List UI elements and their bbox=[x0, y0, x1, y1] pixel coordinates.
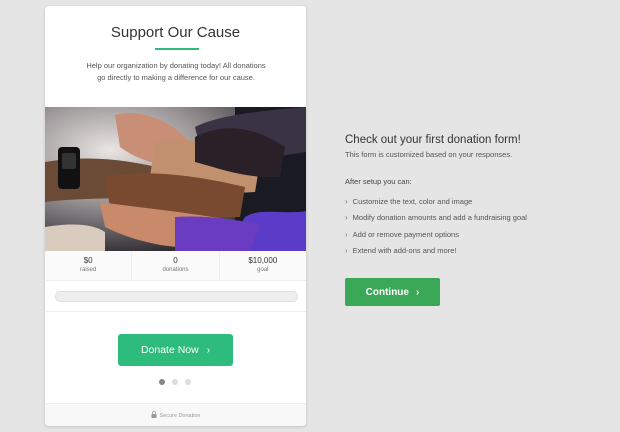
panel-title: Check out your first donation form! bbox=[345, 134, 521, 146]
stat-label: raised bbox=[79, 267, 97, 273]
goal-progress-bar bbox=[55, 291, 298, 302]
continue-button[interactable]: Continue › bbox=[345, 278, 440, 306]
hero-image bbox=[45, 107, 306, 251]
feature-item: › Modify donation amounts and add a fund… bbox=[345, 210, 605, 227]
after-setup-label: After setup you can: bbox=[345, 177, 412, 186]
feature-item: › Extend with add-ons and more! bbox=[345, 243, 605, 260]
pager-dot[interactable] bbox=[159, 379, 165, 385]
chevron-right-icon: › bbox=[415, 286, 420, 298]
donation-stats: $0 raised 0 donations $10,000 goal bbox=[45, 251, 306, 281]
stat-value: $0 bbox=[83, 256, 93, 265]
chevron-right-icon: › bbox=[345, 213, 348, 223]
stacked-hands-illustration bbox=[45, 107, 306, 251]
stat-raised: $0 raised bbox=[45, 251, 133, 280]
feature-item: › Customize the text, color and image bbox=[345, 193, 605, 210]
feature-text: Extend with add-ons and more! bbox=[352, 246, 457, 256]
lock-icon bbox=[151, 411, 157, 420]
stat-label: goal bbox=[257, 267, 269, 273]
chevron-right-icon: › bbox=[345, 196, 348, 206]
donate-now-button[interactable]: Donate Now › bbox=[118, 334, 233, 366]
donation-form-card: Support Our Cause Help our organization … bbox=[45, 6, 306, 426]
chevron-right-icon: › bbox=[206, 344, 211, 356]
chevron-right-icon: › bbox=[345, 229, 348, 239]
stat-donations: 0 donations bbox=[132, 251, 220, 280]
continue-label: Continue bbox=[365, 286, 409, 298]
pager-dot[interactable] bbox=[185, 379, 191, 385]
feature-text: Modify donation amounts and add a fundra… bbox=[352, 213, 527, 223]
info-panel: Check out your first donation form! This… bbox=[345, 132, 605, 259]
chevron-right-icon: › bbox=[345, 246, 348, 256]
title-underline bbox=[155, 48, 199, 50]
feature-list: › Customize the text, color and image › … bbox=[345, 193, 605, 259]
form-title: Support Our Cause bbox=[110, 24, 241, 41]
feature-text: Add or remove payment options bbox=[352, 229, 459, 239]
stat-label: donations bbox=[162, 267, 189, 273]
panel-subtitle: This form is customized based on your re… bbox=[345, 150, 513, 159]
stat-value: 0 bbox=[173, 256, 178, 265]
divider bbox=[45, 311, 306, 312]
form-description: Help our organization by donating today!… bbox=[86, 61, 266, 82]
pager-dots bbox=[159, 379, 191, 385]
feature-text: Customize the text, color and image bbox=[352, 196, 473, 206]
stat-value: $10,000 bbox=[248, 256, 278, 265]
feature-item: › Add or remove payment options bbox=[345, 226, 605, 243]
secure-footer: Secure Donation bbox=[45, 403, 306, 426]
stat-goal: $10,000 goal bbox=[220, 251, 306, 280]
secure-donation-text: Secure Donation bbox=[159, 412, 201, 419]
donate-now-label: Donate Now bbox=[140, 344, 199, 356]
pager-dot[interactable] bbox=[172, 379, 178, 385]
